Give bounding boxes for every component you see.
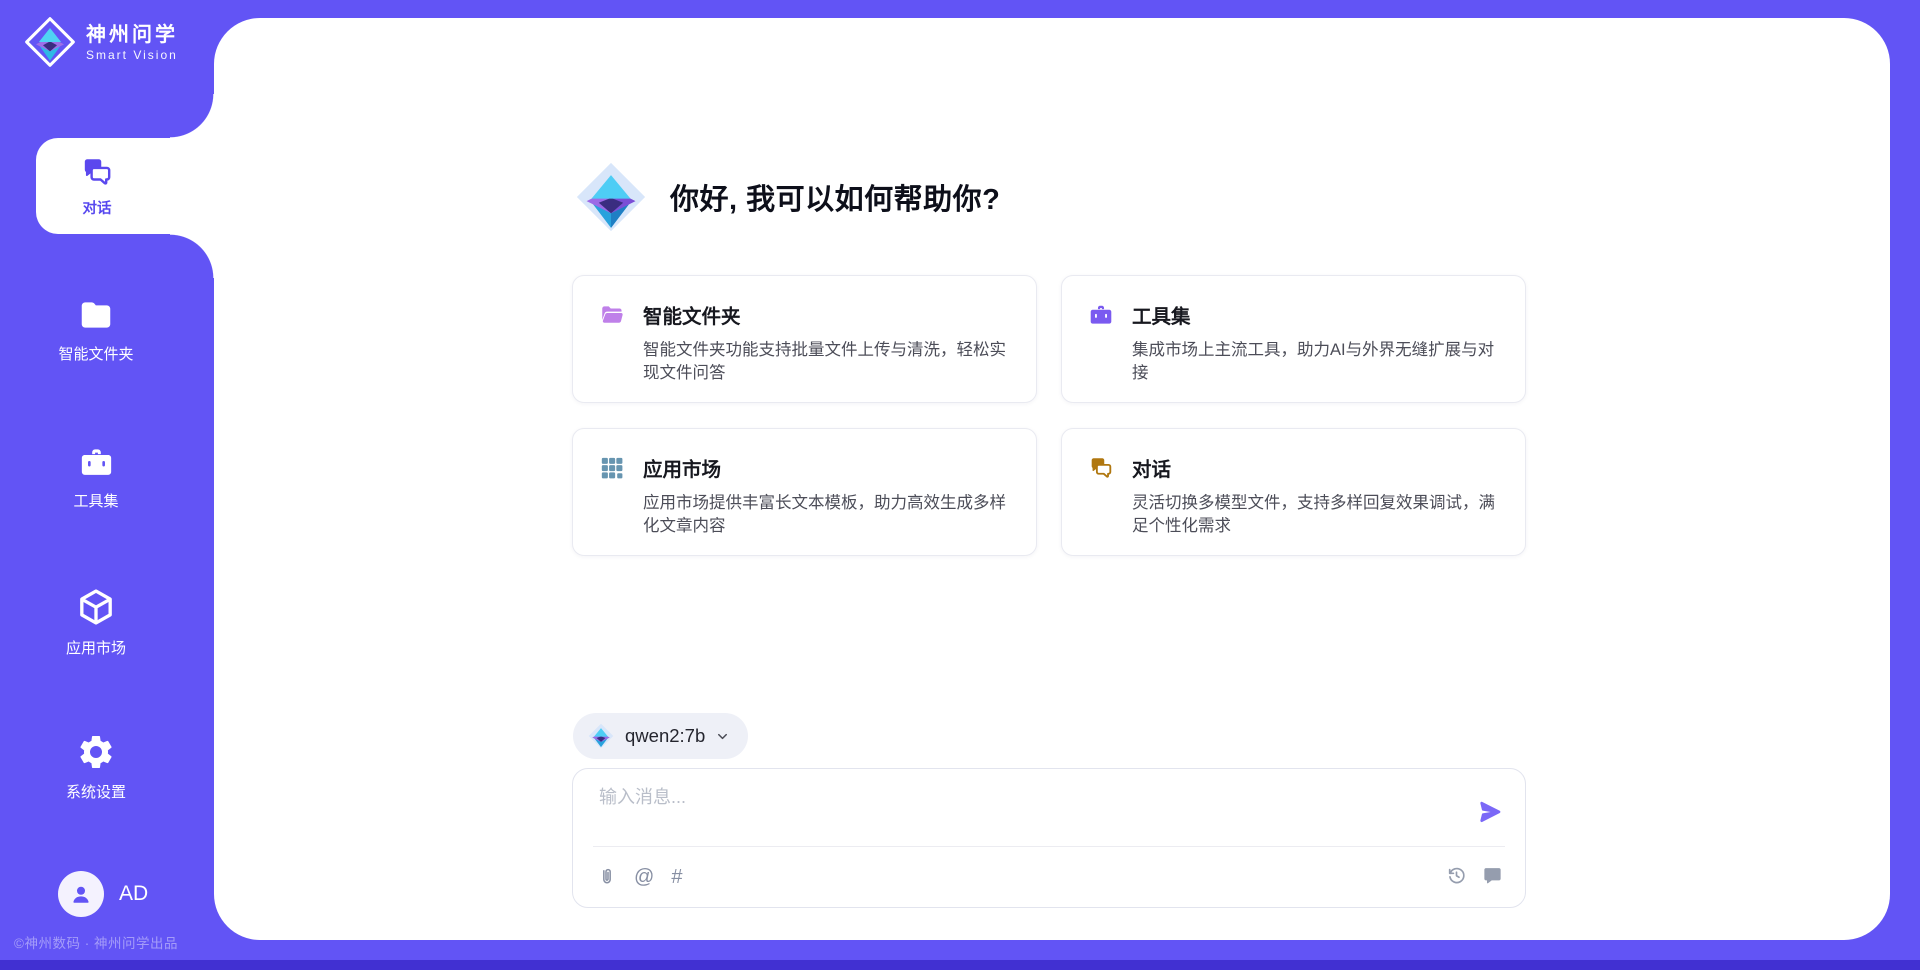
mention-icon[interactable]: @ — [634, 865, 654, 889]
model-name: qwen2:7b — [625, 725, 705, 747]
model-selector[interactable]: qwen2:7b — [573, 713, 748, 759]
user-name: AD — [119, 882, 148, 906]
card-description: 集成市场上主流工具，助力AI与外界无缝扩展与对接 — [1132, 339, 1510, 385]
card-description: 智能文件夹功能支持批量文件上传与清洗，轻松实现文件问答 — [643, 339, 1021, 385]
feature-cards: 智能文件夹 智能文件夹功能支持批量文件上传与清洗，轻松实现文件问答 工具集 集成… — [572, 275, 1526, 556]
user-profile[interactable]: AD — [58, 871, 148, 917]
hashtag-icon[interactable]: # — [671, 865, 682, 889]
card-title: 对话 — [1132, 453, 1171, 482]
briefcase-icon — [1088, 302, 1114, 328]
card-description: 应用市场提供丰富长文本模板，助力高效生成多样化文章内容 — [643, 492, 1021, 538]
avatar — [58, 871, 104, 917]
cube-icon — [75, 586, 117, 628]
sidebar: 神州问学 Smart Vision 对话 智能文件夹 — [0, 0, 214, 970]
toolbox-icon — [78, 444, 115, 481]
sidebar-item-toolset[interactable]: 工具集 — [0, 444, 192, 511]
composer-tools-left: @ # — [597, 865, 682, 889]
card-title: 工具集 — [1132, 300, 1191, 329]
send-icon[interactable] — [1477, 799, 1503, 825]
model-diamond-logo-icon — [587, 722, 615, 750]
card-title: 应用市场 — [643, 453, 721, 482]
card-smart-folder[interactable]: 智能文件夹 智能文件夹功能支持批量文件上传与清洗，轻松实现文件问答 — [572, 275, 1037, 403]
composer-divider — [593, 846, 1505, 847]
card-description: 灵活切换多模型文件，支持多样回复效果调试，满足个性化需求 — [1132, 492, 1510, 538]
sidebar-item-smart-folder[interactable]: 智能文件夹 — [0, 296, 192, 364]
folder-open-icon — [599, 302, 625, 328]
sidebar-item-chat[interactable]: 对话 — [36, 138, 216, 234]
chat-icon — [80, 155, 114, 189]
paperclip-icon[interactable] — [597, 866, 617, 888]
sidebar-footer-text: ©神州数码 · 神州问学出品 — [14, 932, 178, 952]
card-toolset[interactable]: 工具集 集成市场上主流工具，助力AI与外界无缝扩展与对接 — [1061, 275, 1526, 403]
greeting: 你好, 我可以如何帮助你? — [572, 158, 1000, 236]
message-composer: @ # — [572, 768, 1526, 908]
greeting-title: 你好, 我可以如何帮助你? — [670, 176, 1000, 218]
chevron-down-icon — [715, 729, 730, 744]
sidebar-item-label: 应用市场 — [66, 637, 126, 658]
bottom-strip — [0, 960, 1920, 970]
chat-icon[interactable] — [1482, 865, 1503, 886]
brand-subtitle: Smart Vision — [86, 48, 178, 62]
sidebar-item-label: 智能文件夹 — [58, 343, 133, 364]
main-content-area: 你好, 我可以如何帮助你? 智能文件夹 智能文件夹功能支持批量文件上传与清洗，轻… — [214, 18, 1890, 940]
brand: 神州问学 Smart Vision — [22, 14, 178, 70]
brand-diamond-logo-icon — [572, 158, 650, 236]
folder-icon — [77, 296, 115, 334]
sidebar-item-label: 对话 — [83, 197, 112, 218]
brand-diamond-logo-icon — [22, 14, 78, 70]
brand-name: 神州问学 — [86, 22, 178, 48]
history-icon[interactable] — [1446, 865, 1467, 886]
sidebar-item-app-market[interactable]: 应用市场 — [0, 586, 192, 658]
card-app-market[interactable]: 应用市场 应用市场提供丰富长文本模板，助力高效生成多样化文章内容 — [572, 428, 1037, 556]
card-chat[interactable]: 对话 灵活切换多模型文件，支持多样回复效果调试，满足个性化需求 — [1061, 428, 1526, 556]
message-input[interactable] — [599, 783, 1459, 841]
sidebar-item-settings[interactable]: 系统设置 — [0, 732, 192, 802]
grid-icon — [599, 455, 625, 481]
composer-tools-right — [1446, 865, 1503, 886]
sidebar-item-label: 工具集 — [73, 490, 118, 511]
sidebar-item-label: 系统设置 — [66, 781, 126, 802]
gear-icon — [76, 732, 116, 772]
chat-icon — [1088, 455, 1114, 481]
card-title: 智能文件夹 — [643, 300, 741, 329]
